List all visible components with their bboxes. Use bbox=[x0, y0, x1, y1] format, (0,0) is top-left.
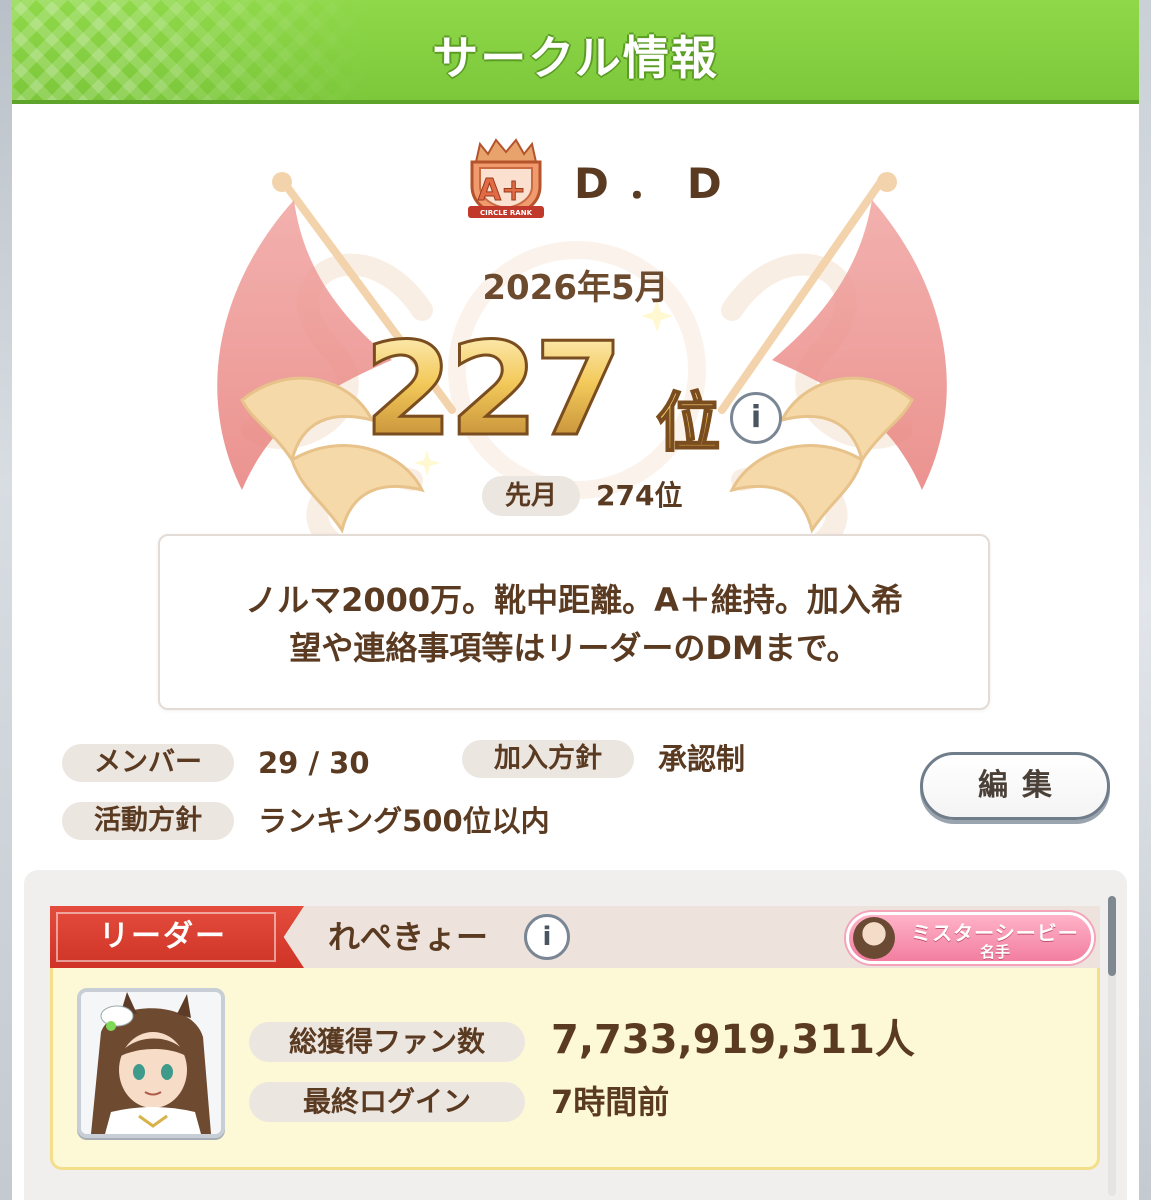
svg-text:CIRCLE RANK: CIRCLE RANK bbox=[480, 209, 533, 217]
leader-tag-label: リーダー bbox=[99, 919, 227, 954]
last-login-value: 7時間前 bbox=[551, 1083, 670, 1121]
leader-tag: リーダー bbox=[50, 906, 304, 968]
panel-header: サークル情報 bbox=[12, 0, 1139, 104]
edit-button[interactable]: 編集 bbox=[920, 752, 1110, 820]
join-policy-value: 承認制 bbox=[658, 742, 746, 776]
leader-member-card[interactable]: リーダー れぺきょー i ミスターシービー 名手 総獲得ファン数 7,733,9… bbox=[50, 906, 1100, 1170]
svg-text:A+: A+ bbox=[478, 173, 526, 208]
join-policy-label: 加入方針 bbox=[462, 740, 634, 778]
rank-info-icon[interactable]: i bbox=[730, 392, 782, 444]
crown-shield-icon: A+ CIRCLE RANK bbox=[468, 138, 544, 218]
activity-policy-label: 活動方針 bbox=[62, 802, 234, 840]
member-list-scroll-thumb[interactable] bbox=[1108, 896, 1116, 976]
title-character-icon bbox=[853, 917, 895, 959]
total-fans-value: 7,733,919,311人 bbox=[551, 1020, 915, 1060]
total-fans-number: 7,733,919,311 bbox=[551, 1017, 875, 1063]
leader-avatar[interactable] bbox=[77, 988, 225, 1138]
description-line-2: 望や連絡事項等はリーダーのDMまで。 bbox=[289, 629, 859, 667]
leader-title-badge: ミスターシービー 名手 bbox=[846, 912, 1094, 964]
current-rank-unit: 位 bbox=[655, 372, 721, 464]
leader-info-icon[interactable]: i bbox=[524, 914, 570, 960]
last-month-label: 先月 bbox=[482, 476, 580, 516]
total-fans-label: 総獲得ファン数 bbox=[249, 1022, 525, 1062]
background-right-edge bbox=[1137, 0, 1151, 1200]
leader-card-body: 総獲得ファン数 7,733,919,311人 最終ログイン 7時間前 bbox=[50, 968, 1100, 1170]
circle-name: D．D bbox=[574, 159, 740, 208]
last-login-label: 最終ログイン bbox=[249, 1082, 525, 1122]
character-portrait-icon bbox=[81, 992, 221, 1134]
ranking-month: 2026年5月 bbox=[482, 268, 669, 308]
panel-title: サークル情報 bbox=[432, 31, 719, 85]
circle-info-panel: サークル情報 A+ CIRCLE RANK D．D 2026年5月 227 位 … bbox=[12, 0, 1139, 1200]
activity-policy-value: ランキング500位以内 bbox=[258, 804, 550, 838]
last-month-rank: 274位 bbox=[596, 479, 683, 512]
circle-description: ノルマ2000万。靴中距離。A＋維持。加入希 望や連絡事項等はリーダーのDMまで… bbox=[184, 576, 964, 672]
circle-description-box: ノルマ2000万。靴中距離。A＋維持。加入希 望や連絡事項等はリーダーのDMまで… bbox=[158, 534, 990, 710]
members-label: メンバー bbox=[62, 744, 234, 782]
description-line-1: ノルマ2000万。靴中距離。A＋維持。加入希 bbox=[245, 581, 903, 619]
leader-name: れぺきょー bbox=[328, 918, 489, 956]
title-rank: 名手 bbox=[979, 943, 1010, 961]
current-rank-number: 227 bbox=[362, 315, 624, 467]
total-fans-unit: 人 bbox=[874, 1017, 915, 1063]
members-value: 29 / 30 bbox=[258, 746, 370, 780]
